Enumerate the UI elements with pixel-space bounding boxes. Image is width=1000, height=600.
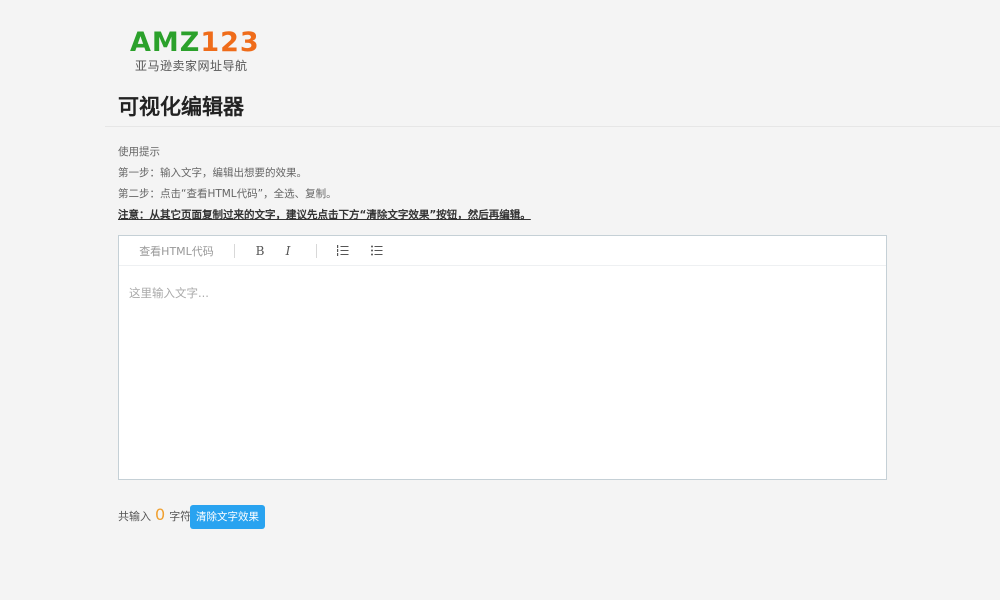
toolbar-divider <box>316 243 317 258</box>
count-suffix: 字符 <box>169 510 192 523</box>
editor-text-area[interactable]: 这里输入文字... <box>119 266 886 484</box>
italic-button[interactable]: I <box>274 241 302 261</box>
usage-tips: 使用提示 第一步：输入文字，编辑出想要的效果。 第二步：点击“查看HTML代码”… <box>118 146 531 230</box>
view-html-button[interactable]: 查看HTML代码 <box>119 243 234 259</box>
page-title: 可视化编辑器 <box>118 95 244 119</box>
character-counter: 共输入 0 字符 <box>118 505 191 524</box>
tip-step-2: 第二步：点击“查看HTML代码”，全选、复制。 <box>118 188 337 200</box>
visual-editor: 查看HTML代码 B I 这里输入文字... <box>118 235 887 480</box>
editor-toolbar: 查看HTML代码 B I <box>119 236 886 266</box>
character-count: 0 <box>155 505 166 524</box>
ordered-list-icon <box>337 245 349 256</box>
logo-text-123: 123 <box>200 27 260 58</box>
unordered-list-icon <box>371 245 383 256</box>
logo[interactable]: AMZ123 亚马逊卖家网址导航 <box>130 28 260 74</box>
ordered-list-button[interactable] <box>329 241 357 261</box>
bold-button[interactable]: B <box>246 241 274 261</box>
logo-subtitle: 亚马逊卖家网址导航 <box>135 59 248 73</box>
tips-heading: 使用提示 <box>118 146 160 158</box>
tip-warning: 注意：从其它页面复制过来的文字，建议先点击下方“清除文字效果”按钮，然后再编辑。 <box>118 209 531 221</box>
title-divider <box>105 126 1000 127</box>
count-prefix: 共输入 <box>118 510 151 523</box>
logo-wordmark: AMZ123 <box>130 28 260 58</box>
clear-formatting-button[interactable]: 清除文字效果 <box>190 505 265 529</box>
tip-step-1: 第一步：输入文字，编辑出想要的效果。 <box>118 167 307 179</box>
unordered-list-button[interactable] <box>363 241 391 261</box>
toolbar-divider <box>234 243 235 258</box>
logo-text-amz: AMZ <box>130 27 201 58</box>
